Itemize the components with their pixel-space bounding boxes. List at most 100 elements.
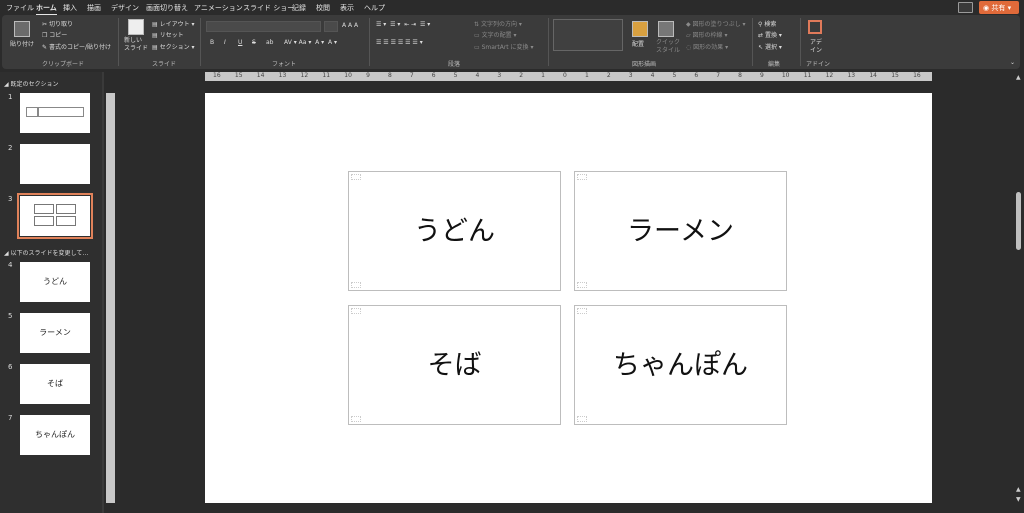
arrange-icon[interactable] (632, 21, 648, 37)
section-default-label: 既定のセクション (10, 81, 59, 88)
horizontal-ruler: 16 15 14 13 12 11 10 9 8 7 6 5 4 3 2 1 0 1 2 3 4 5 6 7 8 9 10 11 12 1… (205, 72, 932, 81)
tab-record[interactable]: 記録 (292, 3, 306, 13)
shadow-button[interactable]: ab (266, 39, 274, 46)
tab-file[interactable]: ファイル (6, 3, 34, 13)
paste-icon[interactable] (14, 21, 30, 37)
card-text[interactable]: ちゃんぽん (575, 343, 786, 382)
tab-view[interactable]: 表示 (340, 3, 354, 13)
shapes-gallery[interactable] (553, 19, 623, 51)
vertical-scrollbar[interactable]: ▲ ▲ ▼ (1014, 72, 1024, 513)
tab-help[interactable]: ヘルプ (364, 3, 385, 13)
format-painter-button[interactable]: ✎ 書式のコピー/貼り付け (42, 42, 111, 51)
share-button[interactable]: ◉ 共有 ▾ (979, 1, 1019, 14)
section-default[interactable]: ◢ 既定のセクション (4, 79, 59, 88)
align-buttons[interactable]: ☰ ☰ ☰ ☰ ☰ ☰ ▾ (376, 39, 423, 46)
placeholder-box-udon[interactable]: うどん (348, 171, 561, 291)
slide-thumbnail-1[interactable] (20, 93, 90, 133)
placeholder-corner (351, 308, 361, 314)
tab-transitions[interactable]: 画面切り替え (146, 3, 188, 13)
ruler-tick-label: 1 (541, 72, 545, 79)
thumb-label: うどん (43, 277, 67, 286)
tab-design[interactable]: デザイン (111, 3, 139, 13)
thumb-shape (34, 204, 54, 214)
card-text[interactable]: うどん (349, 209, 560, 248)
replace-label: 置換 (764, 32, 777, 39)
slide-thumbnail-5[interactable]: ラーメン (20, 313, 90, 353)
quick-styles-icon[interactable] (658, 21, 674, 37)
card-text[interactable]: そば (349, 343, 560, 382)
ruler-tick-label: 11 (322, 72, 331, 79)
align-text-button[interactable]: ▭ 文字の配置 ▾ (474, 30, 517, 39)
cut-button[interactable]: ✂ 切り取り (42, 19, 73, 28)
layout-button[interactable]: ▤ レイアウト ▾ (152, 19, 195, 28)
tab-animations[interactable]: アニメーション (194, 3, 243, 13)
strike-button[interactable]: S (252, 39, 256, 46)
shape-effects-button[interactable]: ◌ 図形の効果 ▾ (686, 42, 728, 51)
collapse-ribbon-icon[interactable]: ⌄ (1010, 59, 1015, 66)
divider (800, 18, 801, 66)
font-size-input[interactable] (324, 21, 338, 32)
format-painter-label: 書式のコピー/貼り付け (48, 44, 111, 51)
divider (200, 18, 201, 66)
section-changed[interactable]: ◢ 以下のスライドを変更して… (4, 248, 88, 257)
new-slide-icon[interactable] (128, 19, 144, 35)
ruler-tick-label: 1 (584, 72, 589, 79)
italic-button[interactable]: I (224, 39, 226, 46)
reset-button[interactable]: ▤ リセット (152, 30, 184, 39)
tab-slideshow[interactable]: スライド ショー (243, 3, 294, 13)
find-button[interactable]: ⚲ 検索 (758, 19, 776, 28)
arrange-button[interactable]: 配置 (632, 39, 644, 48)
add-ins-button[interactable]: アデ イン (810, 39, 822, 55)
tab-review[interactable]: 校閲 (316, 3, 330, 13)
font-name-input[interactable] (206, 21, 321, 32)
slide-thumbnail-7[interactable]: ちゃんぽん (20, 415, 90, 455)
tab-insert[interactable]: 挿入 (63, 3, 77, 13)
add-ins-group-label: アドイン (806, 61, 831, 68)
underline-button[interactable]: U (238, 39, 242, 46)
ruler-tick-label: 4 (475, 72, 480, 79)
placeholder-corner (577, 282, 587, 288)
copy-button[interactable]: ❐ コピー (42, 30, 67, 39)
bold-button[interactable]: B (210, 39, 214, 46)
slide-thumbnail-2[interactable] (20, 144, 90, 184)
smartart-button[interactable]: ▭ SmartArt に変換 ▾ (474, 42, 533, 51)
replace-button[interactable]: ⇄ 置換 ▾ (758, 30, 782, 39)
new-slide-button[interactable]: 新しい スライド (124, 37, 148, 53)
ruler-tick-label: 6 (431, 72, 436, 79)
clipboard-group-label: クリップボード (42, 61, 85, 68)
card-text[interactable]: ラーメン (575, 209, 786, 248)
slide-thumbnail-6[interactable]: そば (20, 364, 90, 404)
slide-thumbnail-4[interactable]: うどん (20, 262, 90, 302)
text-direction-button[interactable]: ⇅ 文字列の方向 ▾ (474, 19, 522, 28)
ribbon: 貼り付け ✂ 切り取り ❐ コピー ✎ 書式のコピー/貼り付け クリップボード … (2, 15, 1020, 69)
thumb-number: 7 (8, 414, 13, 422)
scroll-prev-icon[interactable]: ▲ (1016, 486, 1022, 493)
paste-button[interactable]: 貼り付け (10, 39, 34, 48)
placeholder-box-ramen[interactable]: ラーメン (574, 171, 787, 291)
ruler-tick-label: 5 (672, 72, 677, 79)
tab-home[interactable]: ホーム (36, 3, 57, 16)
tab-draw[interactable]: 描画 (87, 3, 101, 13)
section-button[interactable]: ▤ セクション ▾ (152, 42, 195, 51)
shape-outline-button[interactable]: ▱ 図形の枠線 ▾ (686, 30, 727, 39)
select-button[interactable]: ↖ 選択 ▾ (758, 42, 782, 51)
scroll-next-icon[interactable]: ▼ (1016, 496, 1022, 503)
list-buttons[interactable]: ☰ ▾ ☰ ▾ ⇤ ⇥ ☰ ▾ (376, 21, 430, 28)
ruler-tick-label: 2 (606, 72, 611, 79)
scroll-up-icon[interactable]: ▲ (1016, 74, 1022, 81)
quick-styles-button[interactable]: クイック スタイル (656, 39, 680, 55)
ruler-tick-label: 11 (803, 72, 812, 79)
vertical-ruler (106, 93, 115, 503)
shape-fill-button[interactable]: ◆ 図形の塗りつぶし ▾ (686, 19, 746, 28)
ruler-tick-label: 2 (519, 72, 524, 79)
placeholder-box-soba[interactable]: そば (348, 305, 561, 425)
placeholder-box-champon[interactable]: ちゃんぽん (574, 305, 787, 425)
slide-canvas[interactable]: うどん ラーメン そば ちゃんぽん (205, 93, 932, 503)
pane-splitter[interactable] (102, 72, 104, 513)
comment-icon[interactable] (958, 2, 973, 13)
font-grow-button[interactable]: A A A (342, 22, 358, 29)
slide-thumbnail-3[interactable] (17, 193, 93, 239)
scrollbar-thumb[interactable] (1016, 192, 1021, 250)
spacing-button[interactable]: AV ▾ Aa ▾ A ▾ A ▾ (284, 39, 337, 46)
add-ins-icon[interactable] (808, 20, 822, 34)
